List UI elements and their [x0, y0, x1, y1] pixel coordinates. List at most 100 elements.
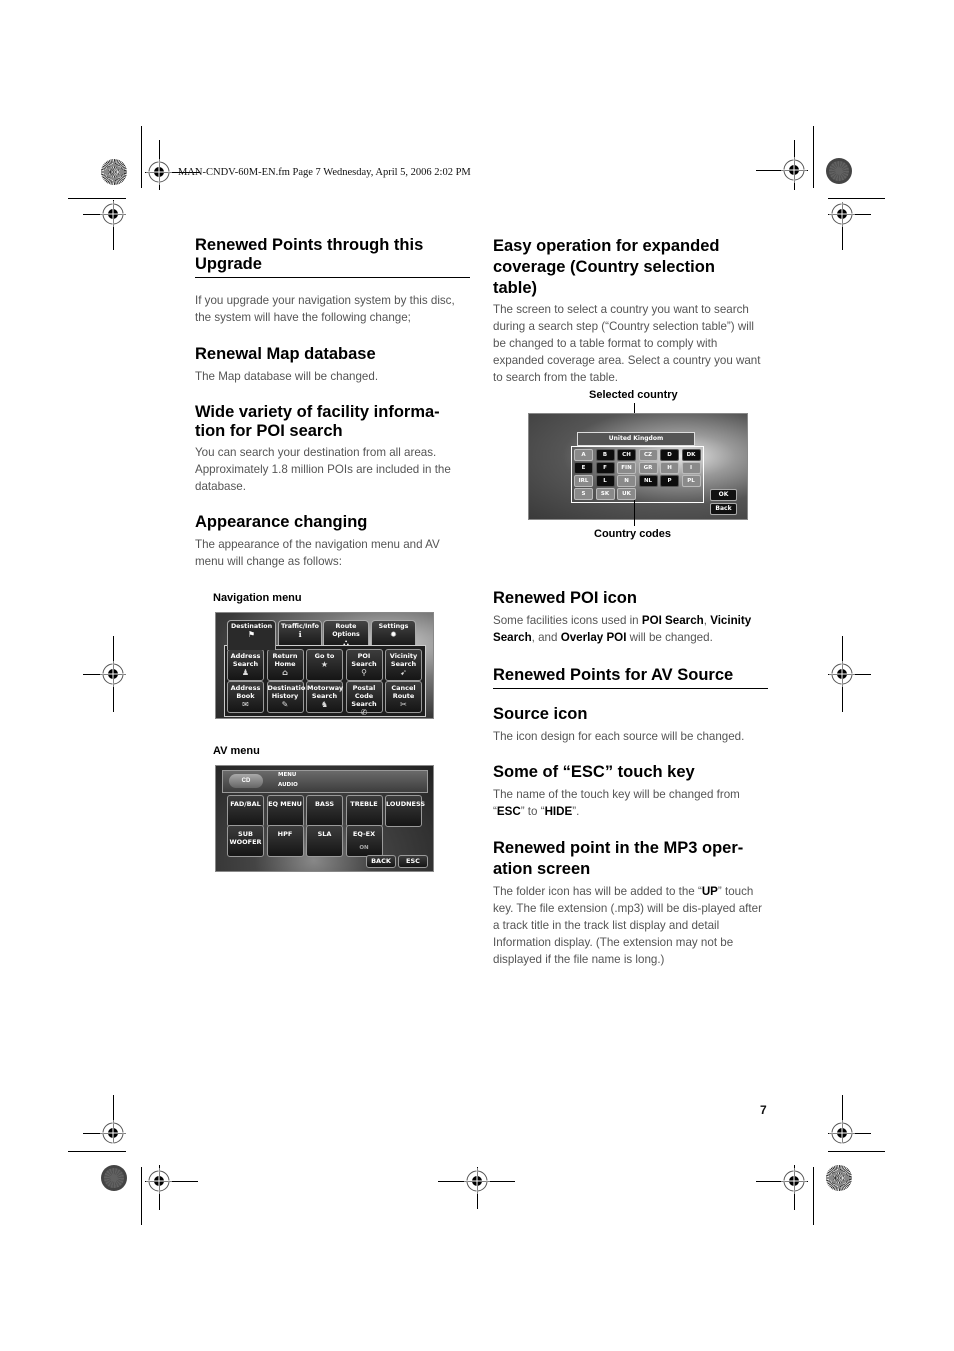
- country-code-cell[interactable]: FIN: [617, 462, 636, 474]
- av-back-button[interactable]: BACK: [366, 855, 396, 868]
- country-code-cell[interactable]: I: [681, 462, 701, 474]
- av-menu-button[interactable]: SLA: [306, 825, 343, 857]
- av-esc-button[interactable]: ESC: [398, 855, 428, 868]
- country-table-title: Easy operation for expanded coverage (Co…: [493, 237, 720, 297]
- country-code-cell[interactable]: A: [574, 449, 593, 461]
- selected-country-field: United Kingdom: [577, 432, 695, 446]
- left-column: Renewed Points through this Upgrade If y…: [195, 236, 470, 570]
- poi-variety-text: You can search your destination from all…: [195, 446, 451, 493]
- av-menu-button[interactable]: TREBLE: [345, 795, 383, 827]
- crop-mark: [68, 1151, 126, 1152]
- country-code-cell[interactable]: NL: [638, 475, 658, 487]
- nav-tab[interactable]: Destination ⚑: [227, 620, 276, 650]
- country-code-cell[interactable]: H: [660, 462, 679, 474]
- av-menu-button[interactable]: EQ-EX ON: [345, 825, 383, 857]
- right-column: Easy operation for expanded coverage (Co…: [493, 236, 768, 386]
- tab-label: Traffic/Info: [281, 623, 319, 630]
- poi-icon-text: Some facilities icons used in POI Search…: [493, 612, 768, 646]
- country-code-cell[interactable]: CH: [617, 449, 636, 461]
- country-code-cell[interactable]: P: [660, 475, 679, 487]
- country-code-cell[interactable]: D: [660, 449, 679, 461]
- hide-term: HIDE: [544, 805, 573, 818]
- esc-term: ESC: [496, 805, 521, 818]
- registration-target-icon: [100, 201, 126, 227]
- av-menu-caption: AV menu: [213, 745, 260, 757]
- cd-source-icon: CD: [229, 774, 263, 788]
- cancel-route-icon: ✂: [400, 700, 407, 709]
- selected-country-label: Selected country: [589, 389, 678, 401]
- crop-mark: [828, 1151, 885, 1152]
- av-menu-button[interactable]: HPF: [266, 825, 304, 857]
- nav-tab[interactable]: Route Options ⛬: [323, 620, 369, 647]
- av-menu-button[interactable]: LOUDNESS: [385, 795, 426, 827]
- country-code-cell[interactable]: SK: [595, 488, 615, 500]
- country-code-cell[interactable]: E: [574, 462, 593, 474]
- nav-tab[interactable]: Traffic/Info ℹ: [278, 620, 322, 646]
- appearance-title: Appearance changing: [195, 513, 368, 531]
- registration-target-icon: [100, 1120, 126, 1146]
- button-label: BASS: [314, 800, 335, 808]
- nav-menu-button[interactable]: Go to ★: [306, 649, 343, 681]
- button-label: Address Book: [230, 684, 261, 700]
- country-code-cell[interactable]: PL: [681, 475, 701, 487]
- country-code-cell[interactable]: B: [595, 449, 615, 461]
- nav-tab[interactable]: Settings ✹: [371, 620, 416, 646]
- crop-mark: [141, 1167, 142, 1225]
- country-code-cell[interactable]: N: [617, 475, 636, 487]
- av-menu-button[interactable]: FAD/BAL: [227, 795, 264, 827]
- country-code-cell[interactable]: DK: [681, 449, 701, 461]
- appearance-text: The appearance of the navigation menu an…: [195, 538, 440, 568]
- crop-mark: [68, 198, 126, 199]
- ok-button[interactable]: OK: [710, 489, 737, 501]
- button-label: TREBLE: [350, 800, 378, 808]
- button-label: Cancel Route: [391, 684, 416, 700]
- av-menu-button[interactable]: EQ MENU: [266, 795, 304, 827]
- page-number: 7: [760, 1103, 767, 1117]
- registration-target-icon: [464, 1168, 490, 1194]
- poi-icon: ⚲: [361, 668, 367, 677]
- button-label: LOUDNESS: [386, 800, 426, 808]
- nav-menu-button[interactable]: Cancel Route ✂: [385, 681, 422, 713]
- av-menu-button[interactable]: BASS: [306, 795, 343, 827]
- nav-menu-button[interactable]: Postal Code Search ✆: [345, 681, 383, 717]
- source-icon-text: The icon design for each source will be …: [493, 730, 745, 743]
- nav-menu-button[interactable]: Destination History ✎: [266, 681, 310, 713]
- nav-menu-button[interactable]: Address Search ♟: [227, 649, 264, 681]
- esc-key-text: The name of the touch key will be change…: [493, 786, 768, 820]
- tab-label: Settings: [378, 623, 409, 630]
- registration-target-icon: [146, 159, 172, 185]
- overlay-poi-term: Overlay POI: [560, 631, 627, 644]
- country-code-cell[interactable]: S: [574, 488, 593, 500]
- button-label: Vicinity Search: [389, 652, 418, 668]
- country-code-cell[interactable]: F: [595, 462, 615, 474]
- nav-menu-button[interactable]: Vicinity Search ➹: [385, 649, 422, 681]
- postal-icon: ✆: [360, 708, 368, 717]
- up-term: UP: [701, 885, 718, 898]
- country-code-cell[interactable]: L: [595, 475, 615, 487]
- back-button[interactable]: Back: [710, 503, 737, 515]
- crop-mark: [828, 198, 885, 199]
- registration-target-icon: [829, 661, 855, 687]
- nav-menu-button[interactable]: Address Book ✉: [227, 681, 264, 713]
- button-label: EQ MENU: [268, 800, 302, 808]
- right-column-lower: Renewed POI icon Some facilities icons u…: [493, 589, 768, 968]
- poi-search-term: POI Search: [641, 614, 704, 627]
- nav-menu-button[interactable]: Motorway Search ♞: [306, 681, 343, 713]
- star-icon: ★: [320, 660, 329, 669]
- country-code-cell[interactable]: UK: [617, 488, 636, 500]
- av-header: CD MENU AUDIO: [222, 770, 428, 793]
- nav-menu-button[interactable]: Return Home ⌂: [266, 649, 304, 681]
- home-icon: ⌂: [282, 668, 288, 677]
- av-menu-button[interactable]: SUB WOOFER: [227, 825, 264, 857]
- av-header-audio: AUDIO: [278, 782, 298, 788]
- crop-mark: [141, 126, 142, 188]
- av-section-title: Renewed Points for AV Source: [493, 666, 768, 689]
- registration-disc-icon: [826, 1165, 852, 1191]
- nav-menu-caption: Navigation menu: [213, 592, 302, 604]
- button-label: EQ-EX: [352, 830, 376, 838]
- country-code-cell[interactable]: IRL: [574, 475, 593, 487]
- nav-menu-button[interactable]: POI Search ⚲: [345, 649, 383, 681]
- intro-text: If you upgrade your navigation system by…: [195, 294, 455, 324]
- country-code-cell[interactable]: CZ: [638, 449, 658, 461]
- country-code-cell[interactable]: GR: [638, 462, 658, 474]
